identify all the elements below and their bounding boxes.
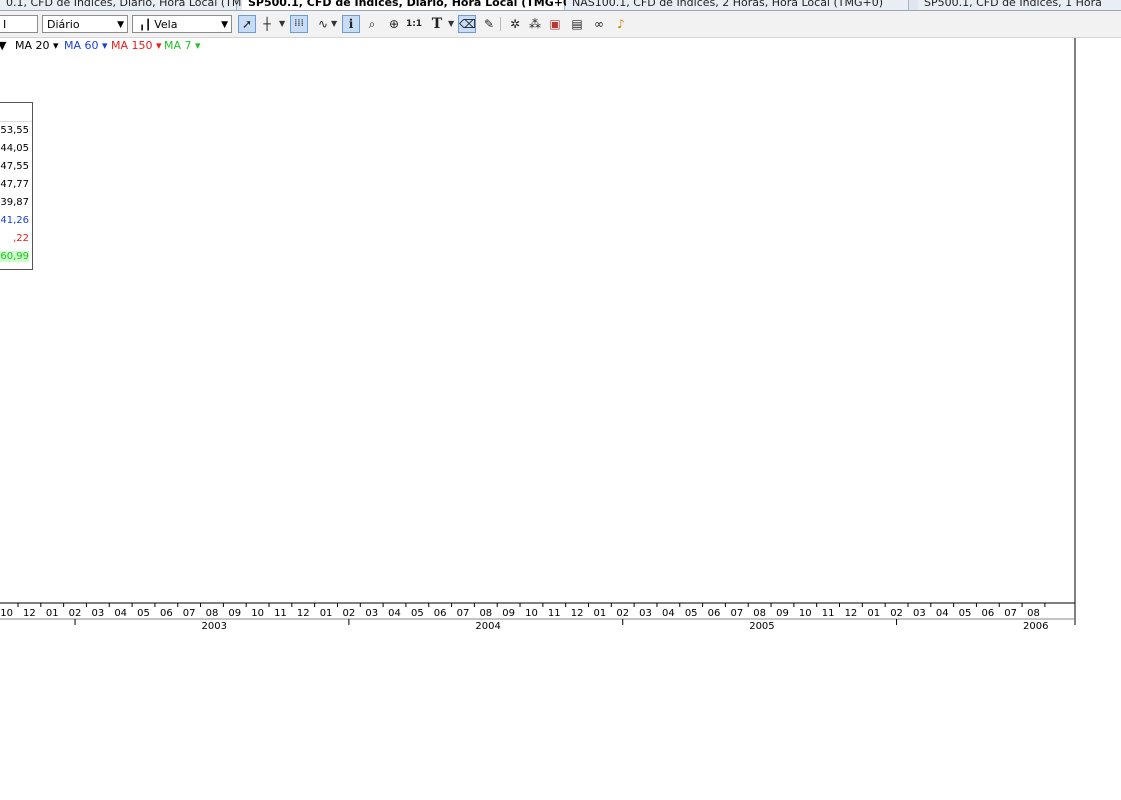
x-tick-label: 08 — [206, 608, 219, 619]
tab-chart-nas100[interactable]: NAS100.1, CFD de Índices, 2 Horas, Hora … — [566, 0, 909, 10]
x-tick-label: 06 — [981, 608, 994, 619]
one-to-one-icon[interactable]: 1:1 — [405, 15, 423, 33]
period-select[interactable]: Diário ▼ — [42, 15, 128, 33]
value-close: 47,77 — [0, 179, 29, 190]
value-ma60: 41,26 — [0, 215, 29, 226]
x-tick-label: 07 — [730, 608, 743, 619]
x-tick-label: 02 — [343, 608, 356, 619]
x-tick-label: 09 — [776, 608, 789, 619]
text-dropdown-icon[interactable]: ▼ — [448, 15, 454, 33]
chevron-down-icon: ▼ — [117, 20, 124, 30]
x-tick-label: 06 — [160, 608, 173, 619]
chevron-down-icon: ▼ — [221, 20, 228, 30]
value-low: 47,55 — [0, 161, 29, 172]
x-tick-label: 06 — [708, 608, 721, 619]
x-tick-label: 01 — [320, 608, 333, 619]
wave-dropdown-icon[interactable]: ▼ — [331, 15, 337, 33]
year-label: 2003 — [202, 621, 227, 632]
brush-icon[interactable]: ✎ — [480, 15, 498, 33]
grid-icon[interactable]: ⁞⁞⁞ — [290, 15, 308, 33]
candle-icon: ╻┃ — [139, 20, 155, 31]
magic-wand-icon[interactable]: ✲ — [506, 15, 524, 33]
x-tick-label: 11 — [548, 608, 561, 619]
tab-chart-sp500-daily[interactable]: SP500.1, CFD de Índices, Diário, Hora Lo… — [242, 0, 576, 10]
zoom-in-icon[interactable]: ⊕ — [385, 15, 403, 33]
copy-chart-icon[interactable]: ▣ — [546, 15, 564, 33]
text-tool-icon[interactable]: T — [428, 15, 446, 33]
data-window-panel: 53,55 44,05 47,55 47,77 39,87 41,26 ,22 … — [0, 102, 33, 270]
value-ma20: 39,87 — [0, 197, 29, 208]
value-ma150: ,22 — [13, 233, 29, 244]
x-tick-label: 11 — [822, 608, 835, 619]
x-tick-label: 02 — [890, 608, 903, 619]
toolbar-separator — [500, 17, 501, 31]
x-tick-label: 10 — [799, 608, 812, 619]
x-tick-label: 10 — [0, 608, 13, 619]
x-tick-label: 01 — [46, 608, 59, 619]
price-chart[interactable]: 800,00900,001.000,001.100,001.200,001.30… — [0, 38, 1121, 633]
x-tick-label: 10 — [525, 608, 538, 619]
x-tick-label: 07 — [457, 608, 470, 619]
x-tick-label: 05 — [137, 608, 150, 619]
chart-type-select[interactable]: ╻┃ Vela ▼ — [132, 15, 232, 33]
x-tick-label: 12 — [23, 608, 36, 619]
x-tick-label: 02 — [616, 608, 629, 619]
x-tick-label: 05 — [685, 608, 698, 619]
symbol-combo[interactable]: I — [0, 15, 38, 33]
x-tick-label: 01 — [867, 608, 880, 619]
x-tick-label: 02 — [69, 608, 82, 619]
x-tick-label: 12 — [297, 608, 310, 619]
chart-tab-bar: 0.1, CFD de Índices, Diário, Hora Local … — [0, 0, 1121, 11]
x-tick-label: 03 — [639, 608, 652, 619]
year-label: 2004 — [475, 621, 500, 632]
x-tick-label: 08 — [479, 608, 492, 619]
glasses-icon[interactable]: ∞ — [590, 15, 608, 33]
symbol-value: I — [3, 18, 7, 31]
x-tick-label: 01 — [594, 608, 607, 619]
crosshair-icon[interactable]: ┼ — [258, 15, 276, 33]
x-tick-label: 03 — [913, 608, 926, 619]
x-tick-label: 08 — [1027, 608, 1040, 619]
year-label: 2005 — [749, 621, 774, 632]
x-tick-label: 09 — [228, 608, 241, 619]
eraser-icon[interactable]: ⌫ — [458, 15, 476, 33]
tab-chart-1[interactable]: 0.1, CFD de Índices, Diário, Hora Local … — [0, 0, 270, 10]
chart-type-value: Vela — [154, 18, 178, 31]
x-tick-label: 09 — [502, 608, 515, 619]
period-value: Diário — [47, 18, 80, 31]
tab-chart-sp500-hourly[interactable]: SP500.1, CFD de Índices, 1 Hora — [918, 0, 1121, 10]
bell-icon[interactable]: ♪ — [612, 15, 630, 33]
data-window-header — [0, 103, 32, 122]
x-tick-label: 05 — [959, 608, 972, 619]
year-label: 2006 — [1023, 621, 1048, 632]
x-tick-label: 04 — [662, 608, 675, 619]
chart-toolbar: I Diário ▼ ╻┃ Vela ▼ ➚ ┼ ▼ ⁞⁞⁞ ∿ ▼ i ⌕ ⊕ 1… — [0, 11, 1121, 38]
indicators-icon[interactable]: ⁂ — [526, 15, 544, 33]
save-chart-icon[interactable]: ▤ — [568, 15, 586, 33]
cursor-arrow-icon[interactable]: ➚ — [238, 15, 256, 33]
crosshair-dropdown-icon[interactable]: ▼ — [279, 15, 285, 33]
x-tick-label: 12 — [571, 608, 584, 619]
value-high: 44,05 — [0, 143, 29, 154]
x-tick-label: 06 — [434, 608, 447, 619]
x-tick-label: 04 — [936, 608, 949, 619]
info-icon[interactable]: i — [342, 15, 360, 33]
x-tick-label: 07 — [183, 608, 196, 619]
x-tick-label: 05 — [411, 608, 424, 619]
value-ma7: 60,99 — [0, 251, 29, 262]
zoom-icon[interactable]: ⌕ — [363, 15, 381, 33]
x-tick-label: 04 — [388, 608, 401, 619]
x-tick-label: 11 — [274, 608, 287, 619]
x-tick-label: 12 — [845, 608, 858, 619]
x-tick-label: 04 — [114, 608, 127, 619]
x-tick-label: 03 — [365, 608, 378, 619]
x-tick-label: 07 — [1004, 608, 1017, 619]
x-tick-label: 03 — [92, 608, 105, 619]
wave-icon[interactable]: ∿ — [314, 15, 332, 33]
value-open: 53,55 — [0, 125, 29, 136]
x-tick-label: 10 — [251, 608, 264, 619]
x-tick-label: 08 — [753, 608, 766, 619]
